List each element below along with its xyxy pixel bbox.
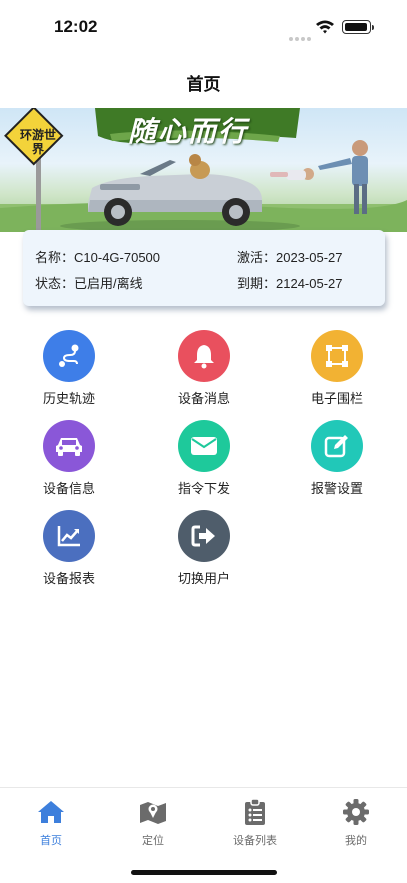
menu-switch-user[interactable]: 切换用户 xyxy=(144,510,264,590)
banner-sign-text: 环游世界 xyxy=(19,128,56,156)
device-name: 名称：C10-4G-70500 xyxy=(35,247,160,266)
tab-location[interactable]: 定位 xyxy=(102,788,204,848)
banner-slogan: 随心而行 xyxy=(128,116,249,147)
car-icon xyxy=(43,420,95,472)
promo-banner[interactable]: 随心而行 环游世界 xyxy=(0,108,407,232)
device-info-card[interactable]: 名称：C10-4G-70500 状态：已启用/离线 激活：2023-05-27 … xyxy=(23,230,385,306)
route-icon xyxy=(43,330,95,382)
tab-mine[interactable]: 我的 xyxy=(305,788,407,848)
logout-icon xyxy=(178,510,230,562)
menu-label: 指令下发 xyxy=(177,481,230,496)
tab-device-list[interactable]: 设备列表 xyxy=(204,788,306,848)
device-status-label: 状态： xyxy=(35,276,75,291)
home-icon xyxy=(36,798,66,826)
menu-label: 设备消息 xyxy=(177,391,230,406)
menu-device-info[interactable]: 设备信息 xyxy=(9,420,129,500)
tab-label: 设备列表 xyxy=(233,835,277,847)
menu-label: 设备信息 xyxy=(42,481,95,496)
menu-label: 电子围栏 xyxy=(310,391,363,406)
device-status: 状态：已启用/离线 xyxy=(35,273,143,292)
fence-icon xyxy=(311,330,363,382)
bottom-tab-bar: 首页 定位 设备列表 我的 xyxy=(0,787,407,883)
menu-label: 历史轨迹 xyxy=(42,391,95,406)
wifi-icon xyxy=(316,20,334,34)
tab-label: 我的 xyxy=(345,835,367,847)
menu-alarm-settings[interactable]: 报警设置 xyxy=(277,420,397,500)
menu-geofence[interactable]: 电子围栏 xyxy=(277,330,397,410)
gear-icon xyxy=(341,798,371,826)
signal-icon xyxy=(289,28,313,46)
status-bar: 12:02 xyxy=(0,0,407,56)
tab-label: 定位 xyxy=(142,835,164,847)
menu-send-command[interactable]: 指令下发 xyxy=(144,420,264,500)
device-name-value: C10-4G-70500 xyxy=(74,250,161,265)
menu-label: 设备报表 xyxy=(42,571,95,586)
chart-icon xyxy=(43,510,95,562)
menu-history-track[interactable]: 历史轨迹 xyxy=(9,330,129,410)
page-title: 首页 xyxy=(186,75,221,94)
menu-device-messages[interactable]: 设备消息 xyxy=(144,330,264,410)
battery-icon xyxy=(342,20,374,34)
device-expires-value: 2124-05-27 xyxy=(276,276,343,291)
tab-home[interactable]: 首页 xyxy=(0,788,102,848)
device-status-value: 已启用/离线 xyxy=(74,276,143,291)
device-activated-label: 激活： xyxy=(237,250,277,265)
map-icon xyxy=(138,798,168,826)
device-activated-value: 2023-05-27 xyxy=(276,250,343,265)
status-time: 12:02 xyxy=(54,17,98,36)
home-indicator xyxy=(131,870,277,875)
device-expires: 到期：2124-05-27 xyxy=(237,273,343,292)
device-activated: 激活：2023-05-27 xyxy=(237,247,343,266)
edit-icon xyxy=(311,420,363,472)
menu-label: 切换用户 xyxy=(177,571,230,586)
device-name-label: 名称： xyxy=(35,250,75,265)
tab-label: 首页 xyxy=(40,835,62,847)
envelope-icon xyxy=(178,420,230,472)
menu-label: 报警设置 xyxy=(310,481,363,496)
device-expires-label: 到期： xyxy=(237,276,277,291)
clipboard-list-icon xyxy=(240,798,270,826)
menu-device-report[interactable]: 设备报表 xyxy=(9,510,129,590)
bell-icon xyxy=(178,330,230,382)
